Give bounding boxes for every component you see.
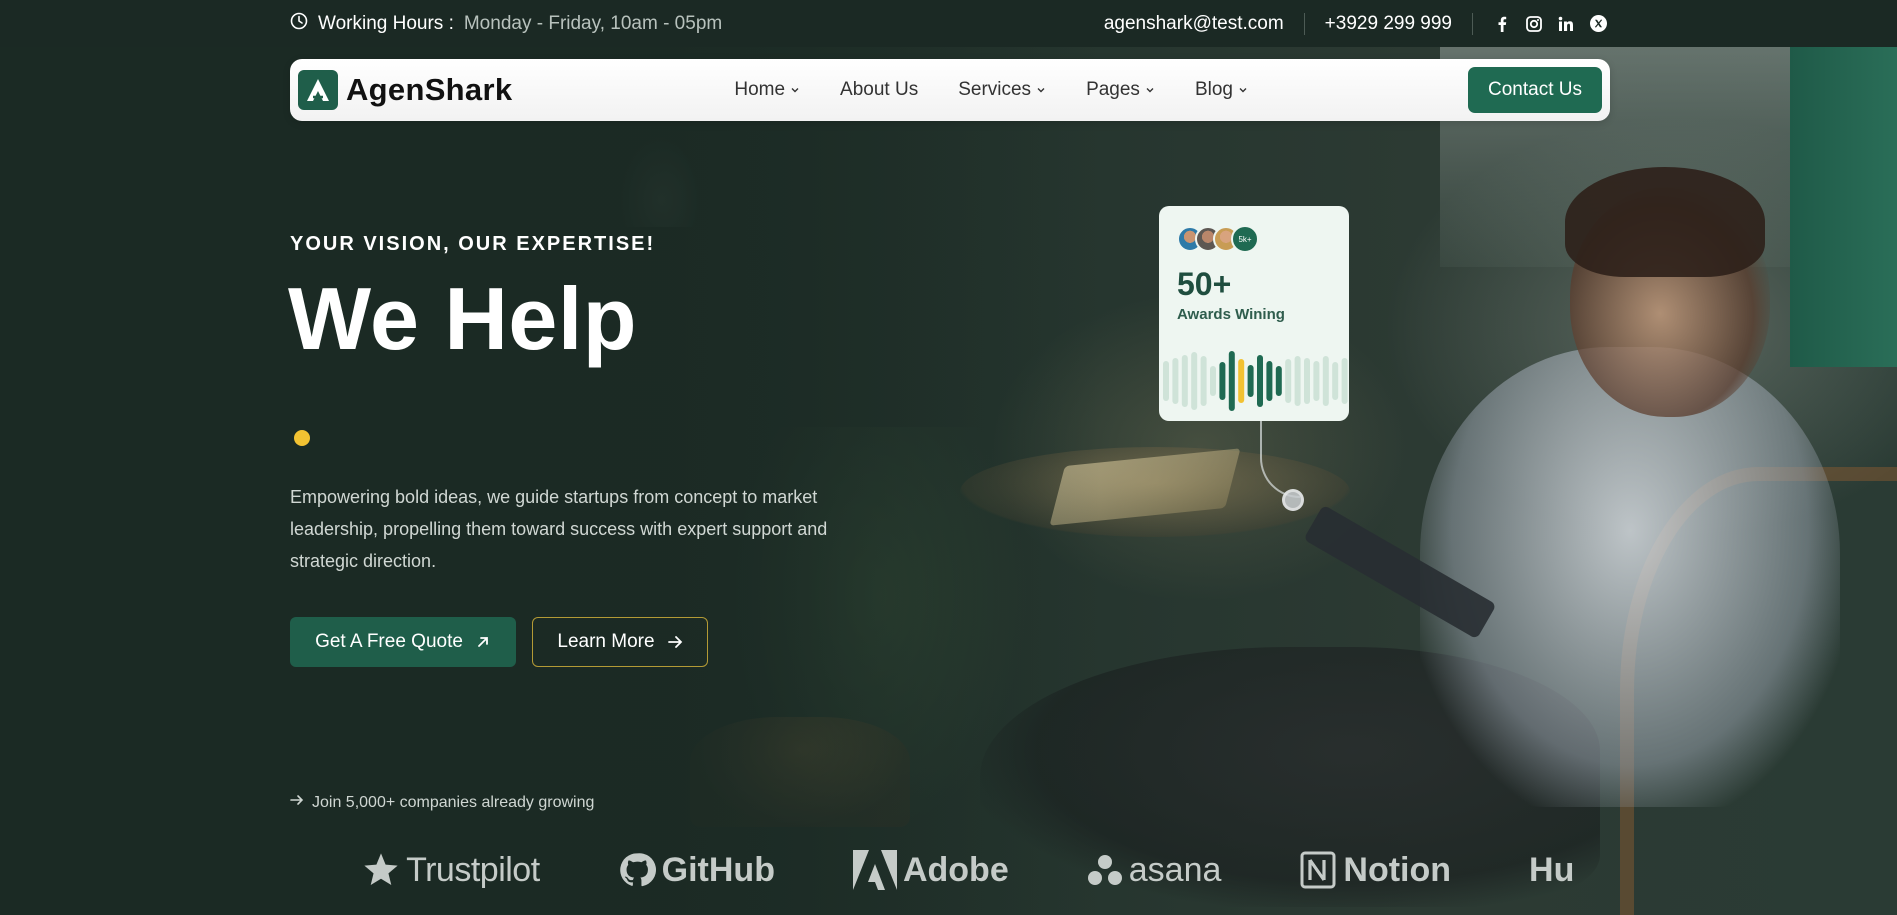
wave-bar [1257,355,1263,407]
nav-item-label: Services [958,79,1032,100]
contact-us-button[interactable]: Contact Us [1468,67,1602,113]
wave-bar [1247,365,1254,397]
wave-bar [1285,359,1292,403]
wave-bar [1238,359,1245,403]
hero-eyebrow: YOUR VISION, OUR EXPERTISE! [290,233,656,255]
x-icon[interactable] [1589,15,1607,33]
top-bar: Working Hours : Monday - Friday, 10am - … [0,0,1897,47]
logo-text: Trustpilot [406,850,540,889]
logo-text: AgenShark [346,72,513,107]
clock-icon [290,12,308,36]
nav-menu: Home About Us Services Pages Blog [734,79,1248,101]
wave-bar [1219,362,1226,400]
hubspot-logo: Hu [1529,838,1574,902]
star-icon [362,851,400,889]
chevron-down-icon [1145,85,1155,95]
nav-item-pages[interactable]: Pages [1086,79,1155,101]
wave-bar [1228,351,1235,411]
typing-cursor-dot [294,430,310,446]
arrow-right-icon [667,634,683,650]
wave-bar [1266,361,1273,401]
hero-headline: We Help [288,269,638,368]
wave-bar [1181,355,1188,407]
site-logo[interactable]: AgenShark [298,70,512,110]
chevron-down-icon [790,85,800,95]
button-label: Get A Free Quote [315,631,463,652]
partners-intro: Join 5,000+ companies already growing [290,793,594,812]
adobe-logo: Adobe [852,838,1009,902]
nav-item-label: Home [734,79,786,100]
green-wall [1790,47,1897,367]
asana-icon [1087,853,1123,887]
nav-item-about-us[interactable]: About Us [840,79,918,101]
wave-bar [1200,356,1207,406]
arrow-right-icon [290,793,304,812]
logo-text: Adobe [902,850,1009,889]
logo-icon [298,70,338,110]
person-hair [1565,167,1765,277]
notion-icon [1299,850,1337,890]
chevron-down-icon [1238,85,1248,95]
learn-more-button[interactable]: Learn More [532,617,708,667]
nav-item-label: Pages [1086,79,1140,100]
phone-link[interactable]: +3929 299 999 [1305,13,1472,35]
wave-bar [1163,361,1169,401]
wave-bar [1210,366,1216,396]
chevron-down-icon [1036,85,1046,95]
facebook-icon[interactable] [1493,15,1511,33]
nav-item-label: About Us [840,79,919,100]
main-navbar: AgenShark Home About Us Services Pages B… [290,59,1610,121]
avatar-count-badge: 5k+ [1231,225,1259,253]
hero-background-photo [0,47,1897,915]
wave-bar [1294,356,1301,406]
linkedin-icon[interactable] [1557,15,1575,33]
github-logo: GitHub [618,838,775,902]
wave-bar [1322,356,1329,406]
wave-bar [1191,352,1198,410]
hero-description: Empowering bold ideas, we guide startups… [290,487,828,571]
nav-item-services[interactable]: Services [958,79,1046,101]
nav-item-home[interactable]: Home [734,79,800,101]
logo-text: Hu [1529,850,1575,889]
working-hours-label: Working Hours : [318,12,454,34]
social-links [1473,15,1607,33]
wave-bar [1341,358,1348,404]
working-hours: Working Hours : Monday - Friday, 10am - … [290,12,722,36]
wave-bar [1172,358,1179,404]
logo-text: asana [1128,850,1222,889]
logo-text: Notion [1343,850,1452,889]
partners-intro-text: Join 5,000+ companies already growing [312,793,595,811]
wave-bar [1275,366,1282,396]
working-hours-value: Monday - Friday, 10am - 05pm [463,12,723,34]
award-label: Awards Wining [1177,306,1285,323]
arrow-up-right-icon [475,634,491,650]
avatar-group: 5k+ [1177,225,1259,253]
person-body [1420,347,1840,807]
get-free-quote-button[interactable]: Get A Free Quote [290,617,516,667]
github-icon [618,851,656,889]
award-count: 50+ [1177,266,1232,302]
partner-logos-carousel: ot Trustpilot GitHub Adobe asana [290,838,1610,902]
wave-bar [1313,361,1320,401]
notion-logo: Notion [1299,838,1451,902]
adobe-icon [852,850,897,890]
button-label: Learn More [557,631,655,652]
wave-bar [1304,358,1310,404]
audio-wave-graphic [1163,351,1348,411]
awards-card: 5k+ 50+ Awards Wining [1159,206,1349,421]
asana-logo: asana [1087,838,1222,902]
nav-item-label: Blog [1194,79,1233,100]
connector-dot [1282,489,1304,511]
nav-item-blog[interactable]: Blog [1195,79,1248,101]
trustpilot-logo: Trustpilot [362,838,540,902]
email-link[interactable]: agenshark@test.com [1084,13,1304,35]
logo-text: GitHub [661,850,775,889]
wave-bar [1332,362,1339,400]
instagram-icon[interactable] [1525,15,1543,33]
